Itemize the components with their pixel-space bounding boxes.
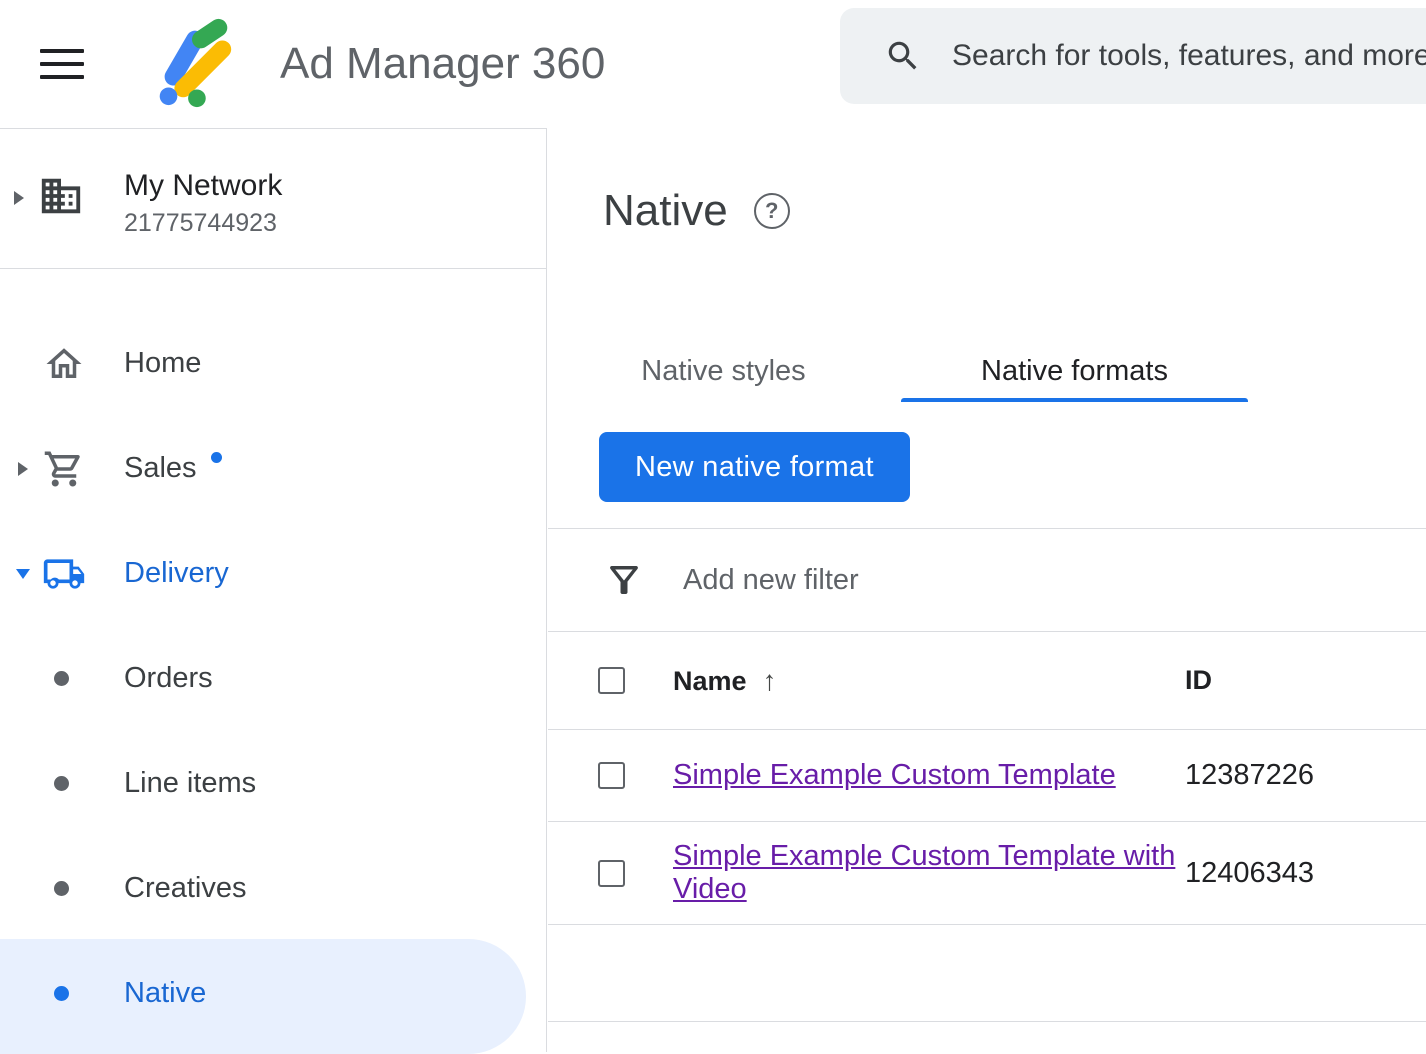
row-id: 12387226 [1185,759,1314,792]
tab-native-formats[interactable]: Native formats [899,340,1250,402]
sidebar-item-label: Line items [124,767,256,800]
bullet-icon [54,671,69,686]
sidebar-item-label: Delivery [124,557,229,590]
column-header-name[interactable]: Name↑ [673,665,1185,697]
page-title: Native [603,186,728,236]
native-format-link[interactable]: Simple Example Custom Template with Vide… [673,840,1175,905]
app-title: Ad Manager 360 [280,0,605,128]
table-header-row: Name↑ ID [548,632,1426,730]
sidebar-item-label: Home [124,347,201,380]
sidebar-item-creatives[interactable]: Creatives [0,836,546,941]
row-checkbox[interactable] [598,762,625,789]
tab-bar: Native styles Native formats [548,340,1250,402]
left-navigation: My Network 21775744923 Home Sales [0,128,547,1052]
sidebar-item-line-items[interactable]: Line items [0,731,546,836]
main-content: Native ? Native styles Native formats Ne… [548,128,1426,1052]
collapse-arrow-icon[interactable] [16,569,30,579]
sidebar-item-label: Sales [124,452,222,485]
sidebar-item-label: Orders [124,662,213,695]
expand-arrow-icon[interactable] [14,191,24,205]
column-header-id[interactable]: ID [1185,665,1212,696]
network-building-icon [38,173,84,219]
table-row: Simple Example Custom Template 12387226 [548,730,1426,822]
selected-item-highlight [0,939,526,1054]
filter-funnel-icon [603,559,645,601]
bullet-icon [54,986,69,1001]
sidebar-item-label: Native [124,977,206,1010]
empty-table-row [548,925,1426,1022]
filter-bar[interactable]: Add new filter [548,528,1426,632]
row-id: 12406343 [1185,857,1314,890]
search-input[interactable] [952,39,1426,73]
select-all-checkbox[interactable] [598,667,625,694]
tab-native-styles[interactable]: Native styles [548,340,899,402]
network-name: My Network [124,169,282,203]
add-filter-label[interactable]: Add new filter [683,564,859,597]
new-native-format-button[interactable]: New native format [599,432,910,502]
table-row: Simple Example Custom Template with Vide… [548,822,1426,925]
nav-menu: Home Sales Delivery Orders [0,269,546,1046]
cart-icon [43,448,85,490]
bullet-icon [54,881,69,896]
native-formats-table: Add new filter Name↑ ID Simple Example C… [548,528,1426,1022]
global-search-bar[interactable] [840,8,1426,104]
home-icon [43,343,85,385]
notification-dot [211,452,222,463]
top-app-bar: Ad Manager 360 [0,0,1426,128]
help-icon[interactable]: ? [754,193,790,229]
network-selector[interactable]: My Network 21775744923 [0,129,546,269]
native-format-link[interactable]: Simple Example Custom Template [673,759,1116,791]
sidebar-item-delivery[interactable]: Delivery [0,521,546,626]
sidebar-item-orders[interactable]: Orders [0,626,546,731]
bullet-icon [54,776,69,791]
truck-icon [42,552,86,596]
sort-ascending-icon[interactable]: ↑ [763,665,777,696]
ad-manager-logo-icon [146,16,240,110]
menu-hamburger-icon[interactable] [40,49,84,79]
sidebar-item-label: Creatives [124,872,247,905]
sidebar-item-sales[interactable]: Sales [0,416,546,521]
search-icon [884,37,922,75]
row-checkbox[interactable] [598,860,625,887]
expand-arrow-icon[interactable] [18,462,28,476]
sidebar-item-native[interactable]: Native [0,941,546,1046]
network-id: 21775744923 [124,209,277,238]
sidebar-item-home[interactable]: Home [0,311,546,416]
